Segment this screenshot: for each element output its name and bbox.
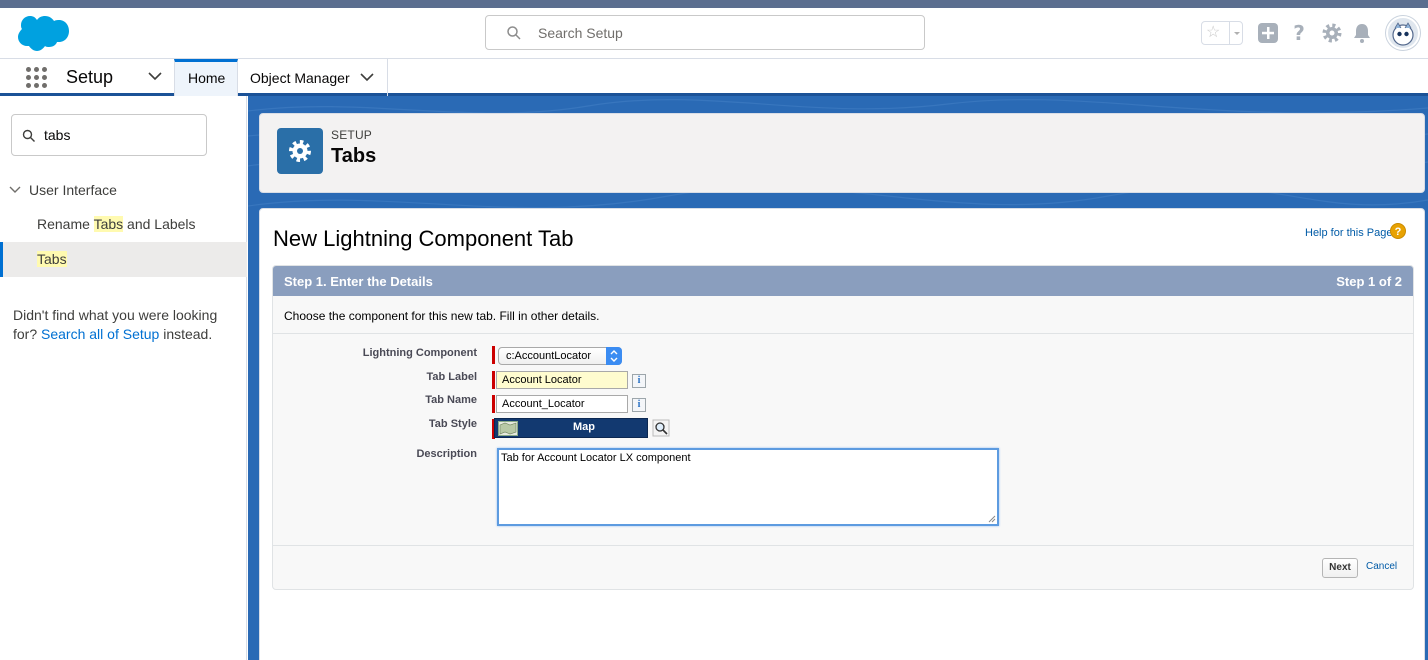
instructions-text: Choose the component for this new tab. F… xyxy=(284,309,600,323)
setup-gear-icon xyxy=(277,128,323,174)
search-all-setup-link[interactable]: Search all of Setup xyxy=(41,326,159,342)
tab-object-manager-label: Object Manager xyxy=(250,70,350,86)
notifications-bell-icon[interactable] xyxy=(1350,21,1374,45)
tab-home-label: Home xyxy=(188,70,226,86)
tree-node-user-interface[interactable]: User Interface xyxy=(0,180,247,202)
content-panel: New Lightning Component Tab Help for thi… xyxy=(259,208,1425,660)
info-icon[interactable]: i xyxy=(632,398,646,412)
search-icon xyxy=(507,26,521,40)
instructions: Choose the component for this new tab. F… xyxy=(273,296,1413,334)
required-indicator xyxy=(492,395,495,413)
map-style-icon xyxy=(498,421,518,436)
tab-style-label: Tab Style xyxy=(428,418,477,430)
search-icon xyxy=(22,129,35,142)
favorites-button[interactable]: ☆ xyxy=(1201,21,1243,45)
page-block-footer: Next Cancel xyxy=(273,545,1413,590)
main-content: SETUP Tabs New Lightning Component Tab H… xyxy=(248,96,1428,660)
setup-sidebar: tabs User Interface Rename Tabs and Labe… xyxy=(0,96,247,660)
tab-name-label: Tab Name xyxy=(425,394,477,406)
not-found-message: Didn't find what you were looking for? S… xyxy=(13,307,218,342)
form-title: New Lightning Component Tab xyxy=(273,226,574,251)
required-indicator xyxy=(492,371,495,389)
search-setup-input[interactable]: Search Setup xyxy=(485,15,925,50)
setup-nav-bar: Setup Home Object Manager xyxy=(0,59,1428,96)
salesforce-logo[interactable] xyxy=(12,13,72,55)
sidebar-item-rename-tabs-and-labels[interactable]: Rename Tabs and Labels xyxy=(0,207,247,242)
lightning-component-value: c:AccountLocator xyxy=(506,350,591,362)
sidebar-item-label: Rename Tabs and Labels xyxy=(37,216,196,232)
page-title: Tabs xyxy=(331,145,377,167)
tab-home[interactable]: Home xyxy=(174,59,238,96)
favorites-menu-caret[interactable] xyxy=(1229,22,1243,44)
search-placeholder: Search Setup xyxy=(538,25,623,41)
quick-find-input[interactable]: tabs xyxy=(11,114,207,156)
favorites-star-icon: ☆ xyxy=(1206,24,1221,41)
tab-label-label: Tab Label xyxy=(426,371,477,383)
add-icon[interactable] xyxy=(1256,21,1280,45)
info-icon[interactable]: i xyxy=(632,374,646,388)
sidebar-item-label: Tabs xyxy=(37,251,67,267)
chevron-down-icon[interactable] xyxy=(360,72,374,82)
step-title: Step 1. Enter the Details xyxy=(284,274,433,289)
help-for-this-page-link[interactable]: Help for this Page xyxy=(1305,227,1392,239)
select-arrows-icon xyxy=(606,347,622,365)
next-button[interactable]: Next xyxy=(1322,558,1358,578)
user-avatar[interactable] xyxy=(1386,16,1420,50)
lightning-component-label: Lightning Component xyxy=(362,347,477,359)
tab-style-field[interactable]: Map xyxy=(494,418,648,438)
app-name: Setup xyxy=(66,67,114,87)
sidebar-item-tabs[interactable]: Tabs xyxy=(0,242,247,277)
lightning-component-select[interactable]: c:AccountLocator xyxy=(498,347,622,365)
description-value: Tab for Account Locator LX component xyxy=(501,452,691,464)
tab-name-input[interactable] xyxy=(496,395,628,413)
step-counter: Step 1 of 2 xyxy=(1336,274,1402,289)
setup-kicker: SETUP xyxy=(331,128,373,142)
help-question-icon[interactable]: ? xyxy=(1390,223,1406,239)
lookup-magnifier-icon[interactable] xyxy=(652,419,670,437)
tree-node-label: User Interface xyxy=(29,182,117,198)
required-indicator xyxy=(492,346,495,364)
resize-grip-icon[interactable] xyxy=(988,515,996,523)
description-label: Description xyxy=(416,448,477,460)
app-launcher-icon[interactable] xyxy=(26,67,48,89)
quick-find-value: tabs xyxy=(44,127,71,143)
chevron-down-icon[interactable] xyxy=(9,185,21,195)
tab-label-input[interactable] xyxy=(496,371,628,389)
tab-object-manager[interactable]: Object Manager xyxy=(238,59,388,96)
cancel-link[interactable]: Cancel xyxy=(1366,561,1397,572)
astro-avatar-icon xyxy=(1392,22,1414,46)
help-icon[interactable]: ? xyxy=(1287,21,1311,45)
svg-text:?: ? xyxy=(1293,21,1305,45)
setup-gear-icon[interactable] xyxy=(1320,21,1344,45)
chevron-down-icon xyxy=(1234,32,1240,35)
global-header: Search Setup ☆ ? xyxy=(0,8,1428,59)
page-block-header: Step 1. Enter the Details Step 1 of 2 xyxy=(273,266,1413,296)
description-textarea[interactable]: Tab for Account Locator LX component xyxy=(497,448,999,526)
top-strip xyxy=(0,0,1428,8)
app-menu-chevron-down-icon[interactable] xyxy=(148,71,162,81)
setup-page-header: SETUP Tabs xyxy=(259,113,1425,193)
page-block: Step 1. Enter the Details Step 1 of 2 Ch… xyxy=(272,265,1414,590)
tab-style-value: Map xyxy=(573,421,595,433)
